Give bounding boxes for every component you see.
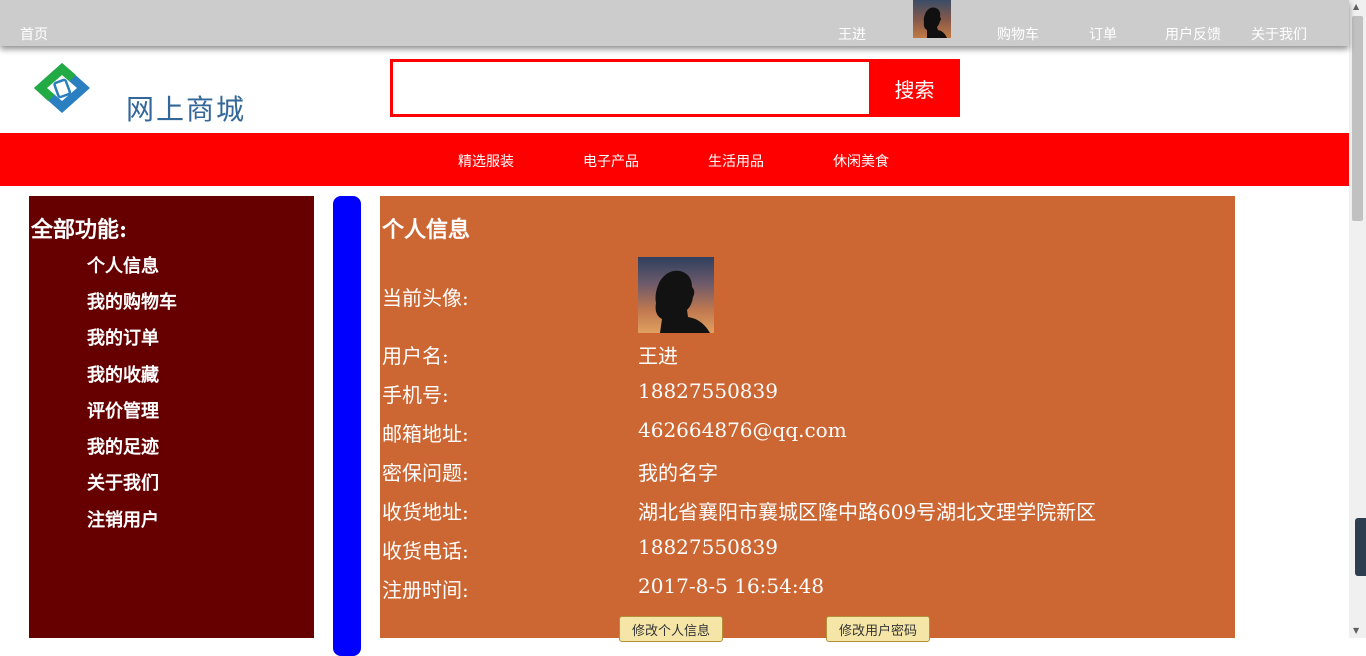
shipping-phone-label: 收货电话: xyxy=(382,539,469,563)
avatar-silhouette-icon xyxy=(655,270,710,333)
profile-panel: 个人信息 当前头像: 用户名: 王进 手机号: 18827550839 邮箱地址… xyxy=(380,196,1235,642)
sidebar-item-cart[interactable]: 我的购物车 xyxy=(87,288,177,314)
sidebar-item-about[interactable]: 关于我们 xyxy=(87,469,159,495)
search-input[interactable] xyxy=(390,59,872,117)
sidebar-item-profile[interactable]: 个人信息 xyxy=(87,252,159,278)
sidebar-item-reviews[interactable]: 评价管理 xyxy=(87,397,159,423)
floating-side-widget[interactable] xyxy=(1355,518,1366,576)
phone-value: 18827550839 xyxy=(638,379,778,403)
nav-cart-link[interactable]: 购物车 xyxy=(997,24,1039,44)
email-value: 462664876@qq.com xyxy=(638,418,847,442)
security-question-label: 密保问题: xyxy=(382,461,469,485)
register-time-label: 注册时间: xyxy=(382,578,469,602)
edit-info-button[interactable]: 修改个人信息 xyxy=(619,616,724,642)
sidebar-item-favorites[interactable]: 我的收藏 xyxy=(87,361,159,387)
category-daily-goods[interactable]: 生活用品 xyxy=(708,151,764,171)
profile-avatar[interactable] xyxy=(638,257,714,333)
register-time-value: 2017-8-5 16:54:48 xyxy=(638,574,825,598)
shop-logo-icon[interactable] xyxy=(32,61,92,115)
shipping-address-label: 收货地址: xyxy=(382,500,469,524)
security-question-value: 我的名字 xyxy=(638,461,718,485)
sidebar-item-deregister[interactable]: 注销用户 xyxy=(87,506,159,532)
user-avatar-small[interactable] xyxy=(913,0,951,38)
site-logo-text[interactable]: 网上商城 xyxy=(126,88,246,128)
sidebar-item-history[interactable]: 我的足迹 xyxy=(87,433,159,459)
avatar-label: 当前头像: xyxy=(382,286,469,310)
sidebar-title: 全部功能: xyxy=(31,217,128,243)
nav-username[interactable]: 王进 xyxy=(838,24,866,44)
scroll-down-icon[interactable]: ▼ xyxy=(1353,626,1359,635)
username-value: 王进 xyxy=(638,344,678,368)
function-sidebar: 全部功能: 个人信息 我的购物车 我的订单 我的收藏 评价管理 我的足迹 关于我… xyxy=(29,196,314,638)
nav-orders-link[interactable]: 订单 xyxy=(1089,24,1117,44)
nav-feedback-link[interactable]: 用户反馈 xyxy=(1165,24,1221,44)
nav-about-link[interactable]: 关于我们 xyxy=(1251,24,1307,44)
category-electronics[interactable]: 电子产品 xyxy=(583,151,639,171)
avatar-silhouette-icon xyxy=(923,7,947,38)
category-nav-bar: 精选服装 电子产品 生活用品 休闲美食 xyxy=(0,133,1349,186)
shipping-address-value: 湖北省襄阳市襄城区隆中路609号湖北文理学院新区 xyxy=(638,500,1097,524)
email-label: 邮箱地址: xyxy=(382,422,469,446)
scroll-up-icon[interactable]: ▲ xyxy=(1353,2,1359,11)
shipping-phone-value: 18827550839 xyxy=(638,535,778,559)
profile-title: 个人信息 xyxy=(382,217,471,243)
top-nav-bar: 首页 王进 购物车 订单 用户反馈 关于我们 xyxy=(0,0,1349,46)
edit-password-button[interactable]: 修改用户密码 xyxy=(826,616,931,642)
phone-label: 手机号: xyxy=(382,383,449,407)
category-snacks[interactable]: 休闲美食 xyxy=(833,151,889,171)
nav-home-link[interactable]: 首页 xyxy=(20,24,48,44)
category-clothing[interactable]: 精选服装 xyxy=(458,151,514,171)
search-button[interactable]: 搜索 xyxy=(869,59,960,117)
scrollbar-thumb[interactable] xyxy=(1352,16,1363,221)
blue-divider-bar xyxy=(333,196,361,656)
sidebar-item-orders[interactable]: 我的订单 xyxy=(87,324,159,350)
username-label: 用户名: xyxy=(382,344,449,368)
